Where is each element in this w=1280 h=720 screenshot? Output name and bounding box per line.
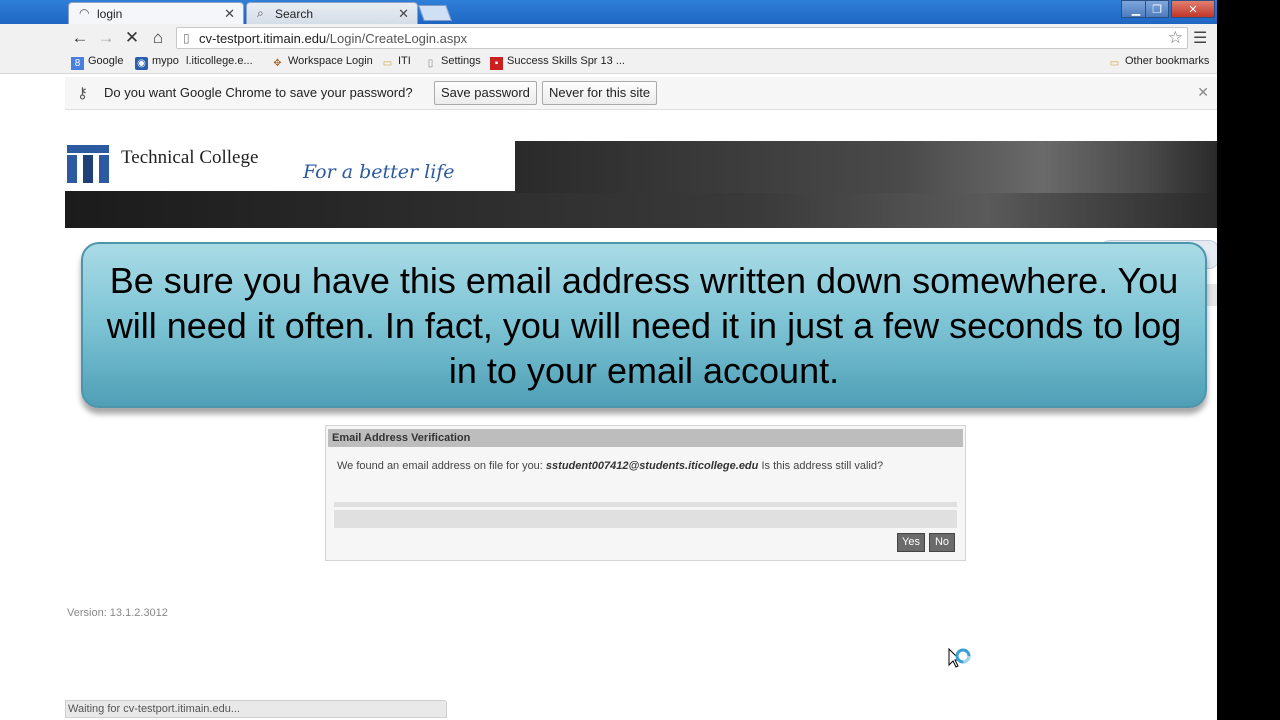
email-address: sstudent007412@students.iticollege.edu (545, 460, 759, 472)
search-icon: ⌕ (257, 6, 264, 20)
other-bookmarks[interactable]: ▭ Other bookmarks (1108, 55, 1210, 70)
google-icon: 8 (71, 57, 84, 70)
site-tagline: For a better life (303, 161, 455, 183)
bookmark-star-icon[interactable]: ☆ (1168, 28, 1183, 48)
page-icon: ▯ (427, 58, 434, 69)
save-password-button[interactable]: Save password (434, 81, 537, 105)
infobar-close-icon[interactable]: ✕ (1197, 84, 1209, 101)
busy-cursor-icon (948, 647, 971, 668)
folder-icon: ▭ (382, 58, 393, 69)
tab-close-icon[interactable]: ✕ (224, 6, 235, 22)
tab-login[interactable]: ◠ login ✕ (68, 2, 244, 24)
chrome-menu-icon[interactable]: ☰ (1193, 28, 1207, 48)
bookmark-iticollege[interactable]: l.iticollege.e... (186, 55, 253, 67)
bookmark-mypo[interactable]: ◉ mypo (135, 55, 179, 70)
browser-window: ◠ login ✕ ⌕ Search ✕ ▁ ❐ ✕ ← → ✕ ⌂ ▯ cv-… (0, 0, 1217, 720)
site-logo[interactable]: Technical College For a better life (65, 141, 515, 191)
dialog-divider (334, 510, 957, 528)
instruction-callout: Be sure you have this email address writ… (81, 242, 1207, 408)
tab-label: login (97, 7, 123, 21)
bookmarks-bar: 8 Google ◉ mypo l.iticollege.e... ✥ Workspa… (0, 52, 1217, 74)
site-name: Technical College (121, 147, 259, 168)
tab-close-icon[interactable]: ✕ (398, 6, 409, 22)
home-icon[interactable]: ⌂ (147, 28, 169, 48)
forward-icon[interactable]: → (95, 28, 117, 48)
dialog-divider (334, 502, 957, 507)
dialog-header: Email Address Verification (328, 429, 963, 447)
workspace-icon: ✥ (273, 58, 282, 69)
bookmark-red-icon: ▪ (490, 57, 503, 70)
tab-search[interactable]: ⌕ Search ✕ (246, 2, 418, 24)
new-tab-button[interactable] (418, 5, 452, 21)
bookmark-google[interactable]: 8 Google (71, 55, 123, 70)
tab-label: Search (275, 7, 314, 21)
maximize-icon[interactable]: ❐ (1145, 0, 1169, 18)
stop-icon[interactable]: ✕ (121, 28, 143, 48)
bookmark-workspace-login[interactable]: ✥ Workspace Login (271, 55, 373, 70)
save-password-infobar: ⚷ Do you want Google Chrome to save your… (65, 77, 1217, 110)
banner-gradient (515, 141, 1217, 193)
tab-strip: ◠ login ✕ ⌕ Search ✕ ▁ ❐ ✕ (0, 0, 1217, 24)
dialog-message: We found an email address on file for yo… (337, 460, 884, 472)
key-icon: ⚷ (77, 85, 88, 102)
email-verification-dialog: Email Address Verification We found an e… (325, 425, 966, 561)
loading-spinner-icon: ◠ (79, 6, 90, 20)
yes-button[interactable]: Yes (897, 533, 925, 552)
url-text: cv-testport.itimain.edu/Login/CreateLogi… (199, 31, 468, 46)
no-button[interactable]: No (929, 533, 955, 552)
bookmark-settings[interactable]: ▯ Settings (424, 55, 481, 70)
infobar-message: Do you want Google Chrome to save your p… (104, 85, 413, 100)
college-logo-icon (67, 145, 109, 183)
dialog-title: Email Address Verification (332, 432, 471, 444)
version-text: Version: 13.1.2.3012 (67, 607, 168, 619)
status-bubble: Waiting for cv-testport.itimain.edu... (65, 700, 447, 718)
never-for-this-site-button[interactable]: Never for this site (542, 81, 658, 105)
back-icon[interactable]: ← (69, 28, 91, 48)
callout-text: Be sure you have this email address writ… (106, 260, 1182, 391)
page-left-margin (0, 110, 65, 720)
bookmark-iti[interactable]: ▭ ITI (381, 55, 411, 70)
bookmark-success-skills[interactable]: ▪ Success Skills Spr 13 ... (490, 55, 625, 70)
folder-icon: ▭ (1109, 58, 1120, 69)
address-bar[interactable]: ▯ cv-testport.itimain.edu/Login/CreateLo… (176, 27, 1188, 49)
window-close-icon[interactable]: ✕ (1171, 0, 1215, 18)
page-icon: ▯ (183, 31, 190, 45)
mypo-icon: ◉ (135, 57, 148, 70)
